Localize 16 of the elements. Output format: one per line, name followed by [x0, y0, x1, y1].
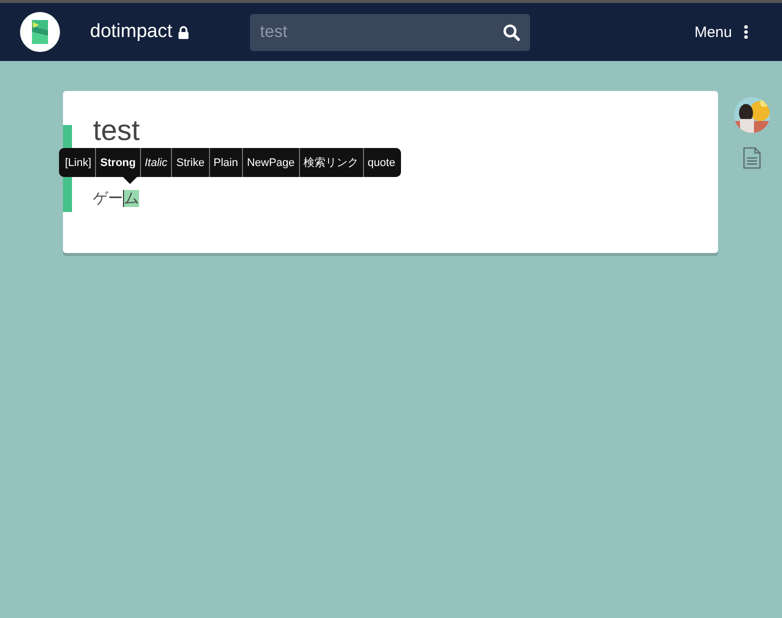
document-icon[interactable]: [743, 147, 761, 169]
format-button[interactable]: Italic: [140, 148, 172, 177]
page-title[interactable]: test: [93, 116, 140, 147]
format-button[interactable]: NewPage: [242, 148, 299, 177]
format-button[interactable]: Strong: [95, 148, 140, 177]
text-line[interactable]: ゲーム: [93, 189, 139, 208]
format-button[interactable]: quote: [362, 148, 400, 177]
logo-icon[interactable]: [20, 12, 60, 52]
format-button[interactable]: Strike: [171, 148, 208, 177]
menu-button[interactable]: Menu: [694, 24, 732, 40]
search-icon[interactable]: [503, 24, 520, 40]
format-button[interactable]: 検索リンク: [298, 148, 363, 177]
format-button[interactable]: Plain: [208, 148, 242, 177]
project-name[interactable]: dotimpact: [90, 21, 172, 43]
more-icon[interactable]: [744, 25, 748, 39]
format-button[interactable]: [Link]: [61, 148, 96, 177]
